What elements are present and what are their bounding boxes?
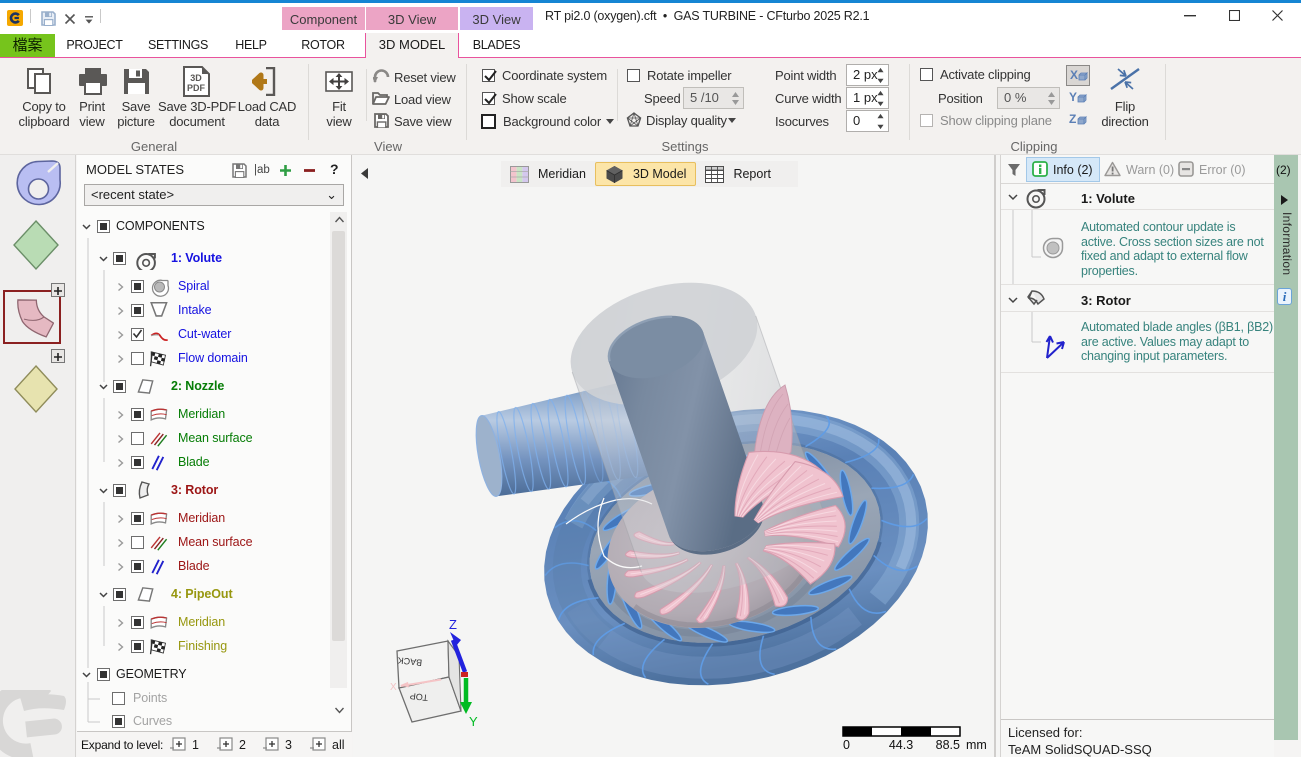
svg-text:88.5: 88.5 (936, 738, 960, 752)
svg-text:PDF: PDF (187, 83, 206, 93)
svg-text:Y: Y (469, 714, 478, 729)
svg-text:44.3: 44.3 (889, 738, 913, 752)
svg-text:mm: mm (966, 738, 987, 752)
svg-text:Z: Z (1069, 112, 1076, 126)
svg-text:Z: Z (449, 617, 457, 632)
svg-text:X: X (390, 682, 397, 693)
svg-text:0: 0 (843, 738, 850, 752)
svg-text:X: X (1070, 68, 1078, 82)
svg-text:TOP: TOP (409, 691, 428, 703)
svg-text:Y: Y (1069, 90, 1077, 104)
svg-text:3D: 3D (190, 73, 202, 83)
